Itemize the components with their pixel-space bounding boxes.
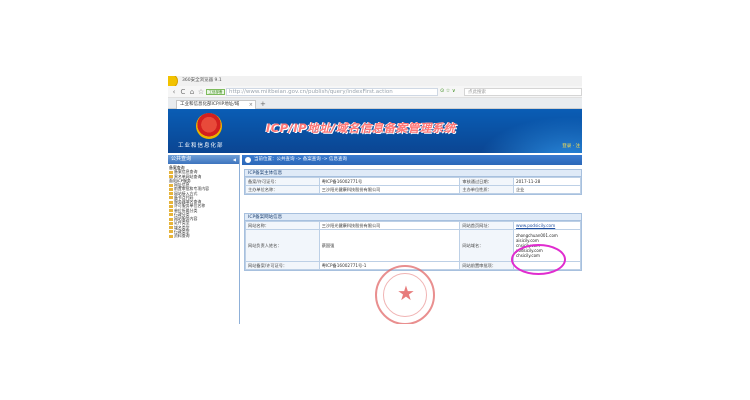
folder-icon xyxy=(169,200,173,204)
panel-title: ICP备案主体信息 xyxy=(245,170,581,177)
search-input[interactable]: 点此搜索 xyxy=(464,88,582,96)
address-host: http://www.miitbeian.gov.cn xyxy=(229,89,307,95)
tab-title: 工业和信息化部ICP/IP地址/域 xyxy=(180,102,240,107)
tab-close-icon[interactable]: × xyxy=(249,101,253,109)
homepage-link[interactable]: www.podsicily.com xyxy=(512,221,582,230)
official-seal-stamp: ★ xyxy=(375,265,435,324)
browser-window: 360安全浏览器 9.1 ‹ C ⌂ ☆ 工信部备案查询 http://www.… xyxy=(168,76,582,324)
tab-active[interactable]: 工业和信息化部ICP/IP地址/域 × xyxy=(176,100,256,109)
table-row: 备案/许可证号： 粤ICP备16002771号 审核通过日期： 2017-11-… xyxy=(245,177,582,186)
icp-subject-panel: ICP备案主体信息 备案/许可证号： 粤ICP备16002771号 审核通过日期… xyxy=(244,169,582,195)
address-path: /publish/query/indexFirst.action xyxy=(306,89,393,95)
folder-icon xyxy=(169,221,173,225)
refresh-icon[interactable]: C xyxy=(179,88,187,96)
address-bar-icons[interactable]: ⊙ ☆ ∨ xyxy=(440,88,456,94)
highlight-circle-annotation xyxy=(511,244,566,275)
folder-icon xyxy=(169,230,173,234)
folder-icon xyxy=(169,183,173,187)
sidebar-menu: 备案查询 备案信息查询 黑名单网站查询 面向ICP服务 网址信息 前置审批和专项内容 网站接… xyxy=(168,164,239,238)
system-title: ICP/IP地址/域名信息备案管理系统 xyxy=(266,121,456,135)
address-bar[interactable]: http://www.miitbeian.gov.cn/publish/quer… xyxy=(226,88,438,96)
folder-icon xyxy=(169,204,173,208)
folder-icon xyxy=(169,213,173,217)
panel-title: ICP备案网站信息 xyxy=(245,214,581,221)
folder-icon xyxy=(169,209,173,212)
new-tab-button[interactable]: + xyxy=(260,100,266,108)
folder-icon xyxy=(169,187,173,191)
ministry-name: 工业和信息化部 xyxy=(178,143,224,149)
page-content: 公共查询 ◀ 备案查询 备案信息查询 黑名单网站查询 面向ICP服务 网址信息 前置审批和… xyxy=(168,155,582,324)
folder-icon xyxy=(169,226,173,229)
login-link[interactable]: 登录 · 注 xyxy=(562,143,580,149)
star-icon: ★ xyxy=(397,281,415,305)
sidebar: 公共查询 ◀ 备案查询 备案信息查询 黑名单网站查询 面向ICP服务 网址信息 前置审批和… xyxy=(168,155,240,324)
folder-icon xyxy=(169,196,173,200)
window-title: 360安全浏览器 9.1 xyxy=(182,78,222,83)
sidebar-header: 公共查询 ◀ xyxy=(168,155,239,164)
table-row: 网站名称： 三沙阳光健康科技股份有限公司 网站首页网址： www.podsici… xyxy=(245,221,582,230)
site-banner: 工业和信息化部 ICP/IP地址/域名信息备案管理系统 登录 · 注 xyxy=(168,109,582,153)
location-icon xyxy=(245,157,251,163)
title-bar: 360安全浏览器 9.1 xyxy=(168,76,582,88)
folder-icon xyxy=(169,170,173,174)
favorite-star-icon[interactable]: ☆ xyxy=(197,88,205,96)
site-verification-badge[interactable]: 工信部备案查询 xyxy=(206,89,225,95)
breadcrumb: 当前位置：公共查询 -> 备案查询 -> 信息查询 xyxy=(242,155,582,165)
table-row: 主办单位名称： 三沙阳光健康科技股份有限公司 主办单位性质： 企业 xyxy=(245,185,582,194)
folder-icon xyxy=(169,192,173,195)
subject-table: 备案/许可证号： 粤ICP备16002771号 审核通过日期： 2017-11-… xyxy=(245,177,582,194)
back-icon[interactable]: ‹ xyxy=(170,88,178,96)
toolbar: ‹ C ⌂ ☆ 工信部备案查询 http://www.miitbeian.gov… xyxy=(168,86,582,98)
national-emblem-icon xyxy=(196,113,222,139)
collapse-icon[interactable]: ◀ xyxy=(233,155,236,164)
sidebar-item[interactable]: 资料查询 xyxy=(169,233,239,238)
folder-icon xyxy=(169,234,173,238)
folder-icon xyxy=(169,217,173,221)
tab-bar: 工业和信息化部ICP/IP地址/域 × + xyxy=(168,98,582,109)
home-icon[interactable]: ⌂ xyxy=(188,88,196,96)
